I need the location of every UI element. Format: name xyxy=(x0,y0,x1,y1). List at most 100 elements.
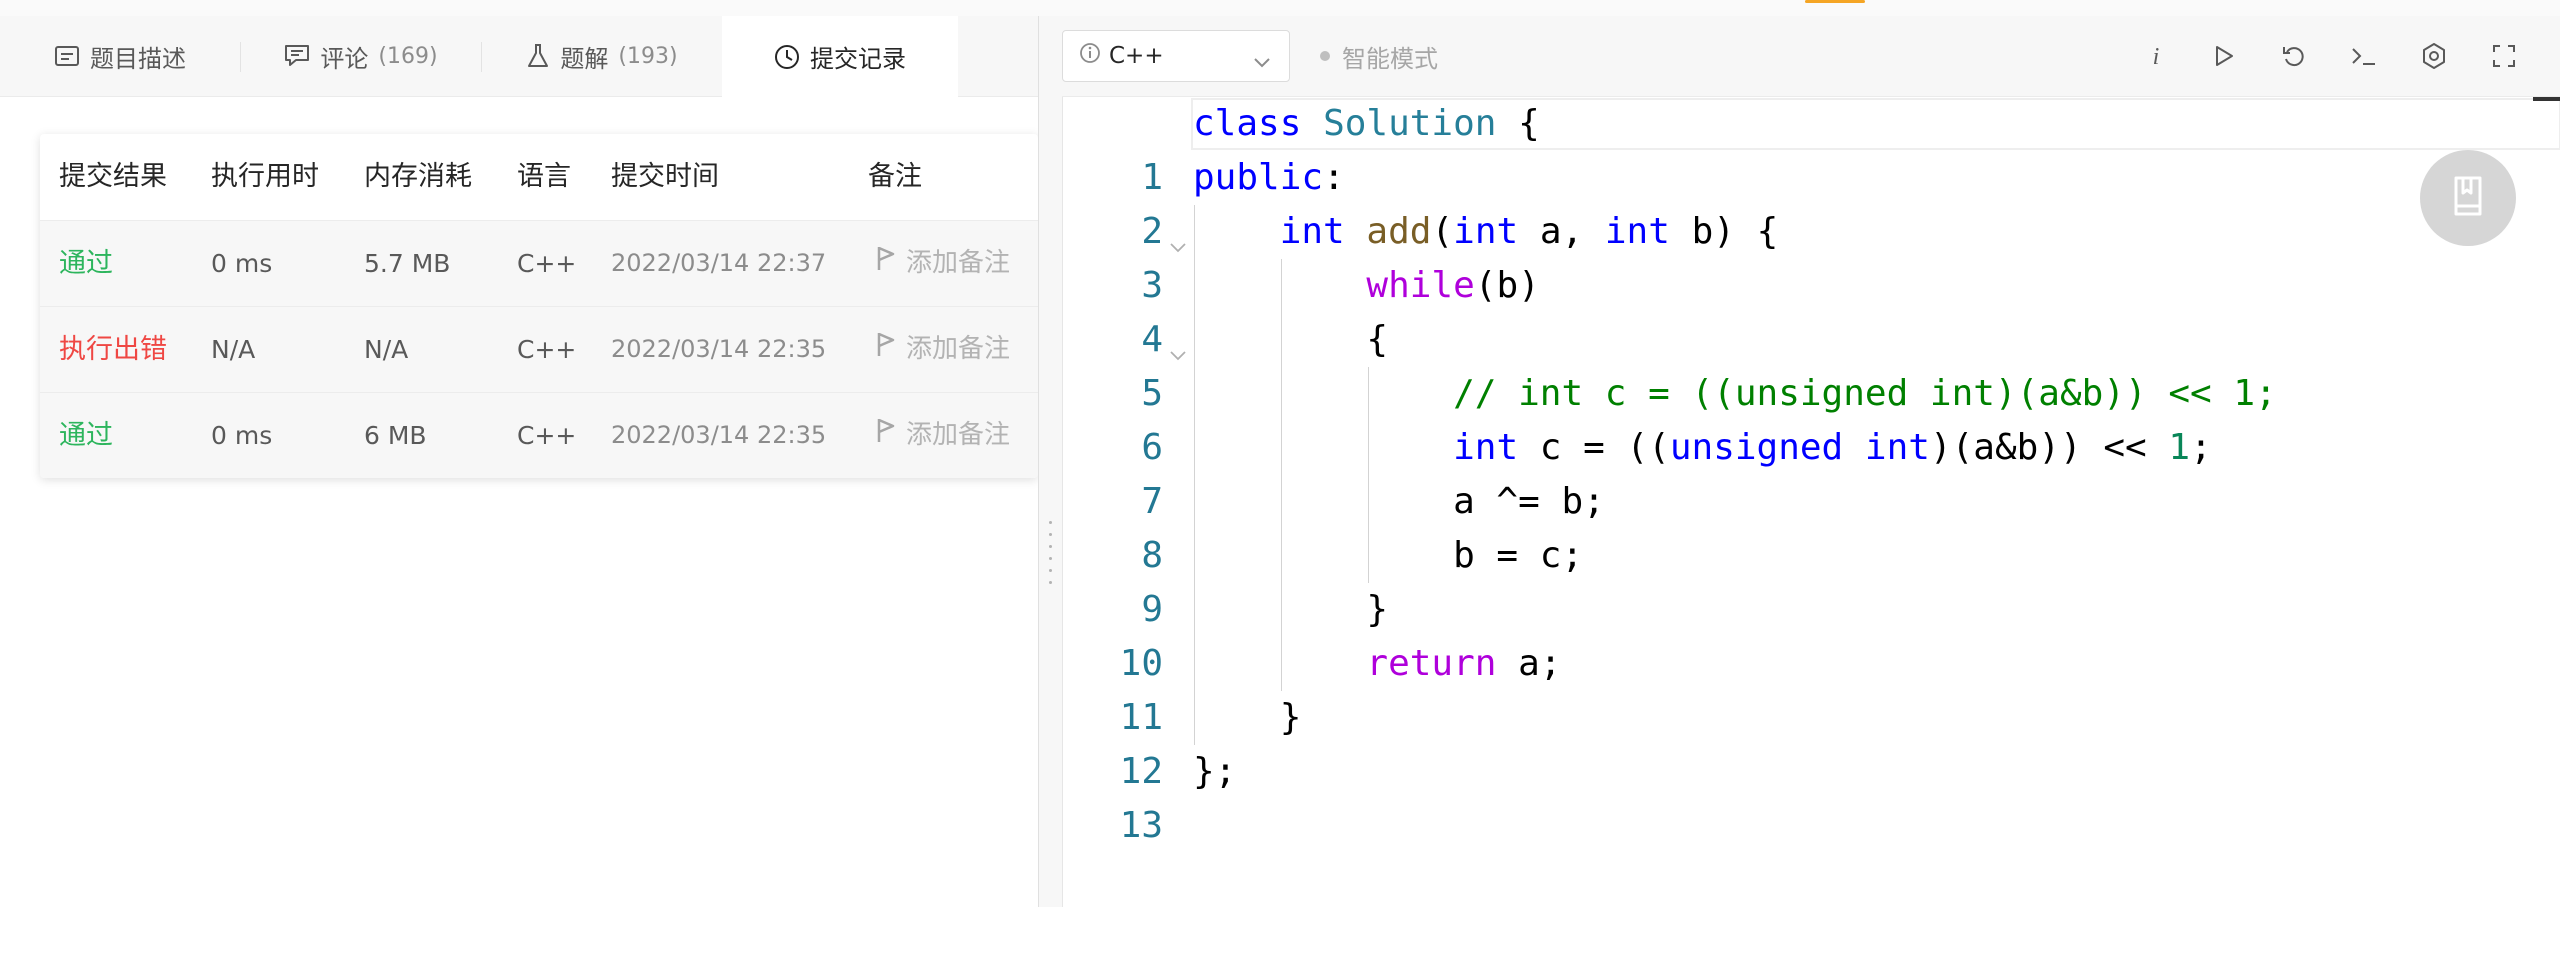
header-status: 提交结果 xyxy=(59,161,167,192)
panel-splitter[interactable] xyxy=(1038,16,1063,907)
table-header: 提交结果 执行用时 内存消耗 语言 提交时间 备注 xyxy=(40,134,1038,221)
add-note-label: 添加备注 xyxy=(906,248,1011,278)
tab-solutions-label: 题解 xyxy=(560,44,609,73)
code-line: 2 public: xyxy=(1063,151,2560,252)
editor-panel: C++ 智能模式 i 1 class Solution {2 public: … xyxy=(1062,16,2560,907)
time-cell: 2022/03/14 22:35 xyxy=(611,335,827,363)
info-circle-icon xyxy=(1079,42,1101,70)
runtime-cell: 0 ms xyxy=(211,421,273,450)
svg-text:i: i xyxy=(2153,44,2160,69)
add-note-button[interactable]: 添加备注 xyxy=(876,221,1010,306)
code-line: 10 } xyxy=(1063,583,2560,684)
editor-toolbar: C++ 智能模式 i xyxy=(1062,16,2560,97)
code-line: 6 // int c = ((unsigned int)(a&b)) << 1; xyxy=(1063,367,2560,468)
book-icon xyxy=(2449,175,2487,221)
top-strip xyxy=(0,0,2560,17)
tab-bar: 题目描述 评论 (169) 题解 (193) 提交记录 xyxy=(0,16,1038,97)
code-text: } xyxy=(1193,589,1389,630)
code-text: class Solution { xyxy=(1193,103,1540,144)
table-row[interactable]: 通过 0 ms 6 MB C++ 2022/03/14 22:35 添加备注 xyxy=(40,392,1038,478)
description-icon xyxy=(54,45,80,67)
comment-icon xyxy=(284,44,310,68)
header-time: 提交时间 xyxy=(611,161,719,192)
add-note-button[interactable]: 添加备注 xyxy=(876,393,1010,478)
status-link[interactable]: 通过 xyxy=(59,221,113,306)
table-row[interactable]: 执行出错 N/A N/A C++ 2022/03/14 22:35 添加备注 xyxy=(40,306,1038,392)
code-text: }; xyxy=(1193,751,1237,792)
code-line: 12 } xyxy=(1063,691,2560,792)
top-accent xyxy=(1805,0,1865,3)
status-link[interactable]: 通过 xyxy=(59,393,113,478)
tab-solutions-count: (193) xyxy=(618,43,678,69)
code-text: int add(int a, int b) { xyxy=(1279,211,1779,252)
header-note: 备注 xyxy=(868,161,922,192)
settings-icon[interactable] xyxy=(2414,36,2454,76)
info-icon[interactable]: i xyxy=(2136,36,2176,76)
language-select[interactable]: C++ xyxy=(1062,30,1290,82)
tab-description-label: 题目描述 xyxy=(90,44,186,73)
code-line: 7 int c = ((unsigned int)(a&b)) << 1; xyxy=(1063,421,2560,522)
fullscreen-icon[interactable] xyxy=(2484,36,2524,76)
memory-cell: N/A xyxy=(364,335,409,364)
table-row[interactable]: 通过 0 ms 5.7 MB C++ 2022/03/14 22:37 添加备注 xyxy=(40,220,1038,306)
add-note-label: 添加备注 xyxy=(906,420,1011,450)
language-cell: C++ xyxy=(517,249,577,278)
header-runtime: 执行用时 xyxy=(211,161,319,192)
fold-chevron-icon[interactable] xyxy=(1167,220,1189,253)
chevron-down-icon xyxy=(1253,49,1271,75)
memory-cell: 6 MB xyxy=(364,421,427,450)
tab-comments-count: (169) xyxy=(378,43,438,69)
status-dot-icon xyxy=(1320,51,1330,61)
code-text: int c = ((unsigned int)(a&b)) << 1; xyxy=(1453,427,2212,468)
line-number: 13 xyxy=(1119,805,1163,846)
code-line: 11 return a; xyxy=(1063,637,2560,738)
language-select-value: C++ xyxy=(1109,43,1164,69)
add-note-label: 添加备注 xyxy=(906,334,1011,364)
code-line: 13 }; xyxy=(1063,745,2560,846)
code-line: 1 class Solution { xyxy=(1063,97,2560,198)
language-cell: C++ xyxy=(517,335,577,364)
code-line: 3 int add(int a, int b) { xyxy=(1063,205,2560,306)
code-text: while(b) xyxy=(1366,265,1540,306)
code-editor[interactable]: 1 class Solution { 2 public: 3 int add(i… xyxy=(1062,97,2560,907)
reset-icon[interactable] xyxy=(2274,36,2314,76)
smart-mode-label: 智能模式 xyxy=(1342,44,1438,73)
tab-submissions-label: 提交记录 xyxy=(810,45,906,73)
memory-cell: 5.7 MB xyxy=(364,249,451,278)
notebook-button[interactable] xyxy=(2420,150,2516,246)
code-line: 9 b = c; xyxy=(1063,529,2560,630)
code-line: 8 a ^= b; xyxy=(1063,475,2560,576)
code-text: // int c = ((unsigned int)(a&b)) << 1; xyxy=(1193,373,2277,414)
tab-description[interactable]: 题目描述 xyxy=(0,16,240,96)
code-text: a ^= b; xyxy=(1193,481,1605,522)
header-memory: 内存消耗 xyxy=(364,161,472,192)
code-text: b = c; xyxy=(1193,535,1584,576)
run-icon[interactable] xyxy=(2204,36,2244,76)
code-line: 5 { xyxy=(1063,313,2560,414)
submissions-table: 提交结果 执行用时 内存消耗 语言 提交时间 备注 通过 0 ms 5.7 MB… xyxy=(40,134,1038,478)
tab-comments[interactable]: 评论 (169) xyxy=(241,16,481,96)
time-cell: 2022/03/14 22:35 xyxy=(611,421,827,449)
clock-icon xyxy=(774,44,800,70)
code-line: 4 while(b) xyxy=(1063,259,2560,360)
code-text: public: xyxy=(1193,157,1345,198)
header-language: 语言 xyxy=(517,161,571,192)
console-icon[interactable] xyxy=(2344,36,2384,76)
drag-handle[interactable] xyxy=(1049,521,1052,584)
runtime-cell: 0 ms xyxy=(211,249,273,278)
fold-chevron-icon[interactable] xyxy=(1167,328,1189,361)
status-link[interactable]: 执行出错 xyxy=(59,307,167,392)
tab-solutions[interactable]: 题解 (193) xyxy=(482,16,722,96)
smart-mode-toggle[interactable]: 智能模式 xyxy=(1320,30,1438,82)
language-cell: C++ xyxy=(517,421,577,450)
runtime-cell: N/A xyxy=(211,335,256,364)
add-note-button[interactable]: 添加备注 xyxy=(876,307,1010,392)
code-text: { xyxy=(1193,319,1389,360)
code-text: return a; xyxy=(1366,643,1562,684)
flag-icon xyxy=(876,393,896,478)
tab-comments-label: 评论 xyxy=(320,44,369,73)
code-text: } xyxy=(1193,697,1302,738)
flag-icon xyxy=(876,221,896,306)
tab-submissions[interactable]: 提交记录 xyxy=(722,16,958,97)
left-panel: 题目描述 评论 (169) 题解 (193) 提交记录 提交结果 执行用时 内存… xyxy=(0,16,1038,907)
